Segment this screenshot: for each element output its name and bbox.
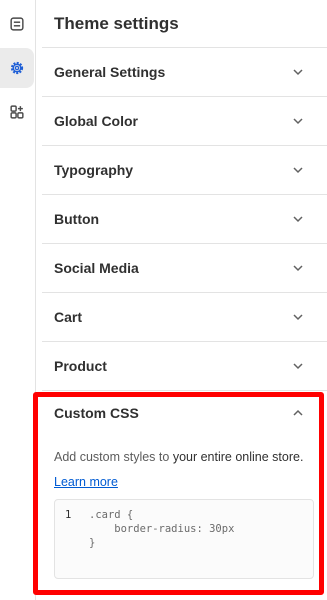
code-text: border-radius: 30px — [89, 523, 235, 535]
custom-css-header[interactable]: Custom CSS — [54, 391, 327, 435]
section-product[interactable]: Product — [42, 342, 327, 391]
custom-css-description: Add custom styles to your entire online … — [54, 449, 327, 465]
section-label: Product — [54, 358, 107, 374]
panel-title: Theme settings — [54, 13, 179, 33]
theme-settings-button[interactable] — [0, 48, 34, 88]
description-text: Add custom styles to — [54, 450, 173, 464]
panel-header: Theme settings — [42, 0, 327, 48]
chevron-up-icon — [291, 406, 305, 420]
section-label: Custom CSS — [54, 405, 139, 421]
gear-icon — [10, 61, 24, 75]
chevron-down-icon — [291, 212, 305, 226]
chevron-down-icon — [291, 114, 305, 128]
chevron-down-icon — [291, 65, 305, 79]
line-number: 1 — [65, 509, 72, 521]
section-label: Typography — [54, 162, 134, 178]
css-code-editor[interactable]: 1 .card { border-radius: 30px } — [54, 499, 314, 579]
section-label: Global Color — [54, 113, 138, 129]
section-label: Button — [54, 211, 100, 227]
chevron-down-icon — [291, 261, 305, 275]
chevron-down-icon — [291, 359, 305, 373]
code-text: } — [89, 537, 96, 549]
section-general-settings[interactable]: General Settings — [42, 48, 327, 97]
code-text: .card { — [89, 509, 134, 521]
section-cart[interactable]: Cart — [42, 293, 327, 342]
section-social-media[interactable]: Social Media — [42, 244, 327, 293]
code-line: border-radius: 30px — [65, 522, 313, 536]
left-rail — [0, 0, 36, 600]
description-emphasis: your entire online store. — [172, 450, 304, 464]
chevron-down-icon — [291, 310, 305, 324]
section-typography[interactable]: Typography — [42, 146, 327, 195]
code-line: } — [65, 536, 313, 550]
apps-icon — [10, 105, 24, 119]
section-global-color[interactable]: Global Color — [42, 97, 327, 146]
section-label: General Settings — [54, 64, 166, 80]
sections-button[interactable] — [0, 4, 34, 44]
theme-editor: Theme settings General Settings Global C… — [0, 0, 327, 600]
section-label: Social Media — [54, 260, 139, 276]
apps-button[interactable] — [0, 92, 34, 132]
section-custom-css: Custom CSS Add custom styles to your ent… — [42, 391, 327, 579]
chevron-down-icon — [291, 163, 305, 177]
learn-more-link[interactable]: Learn more — [54, 475, 118, 489]
code-line: 1 .card { — [65, 508, 313, 522]
section-button[interactable]: Button — [42, 195, 327, 244]
section-label: Cart — [54, 309, 83, 325]
sections-icon — [10, 17, 24, 31]
theme-settings-panel: Theme settings General Settings Global C… — [42, 0, 327, 600]
